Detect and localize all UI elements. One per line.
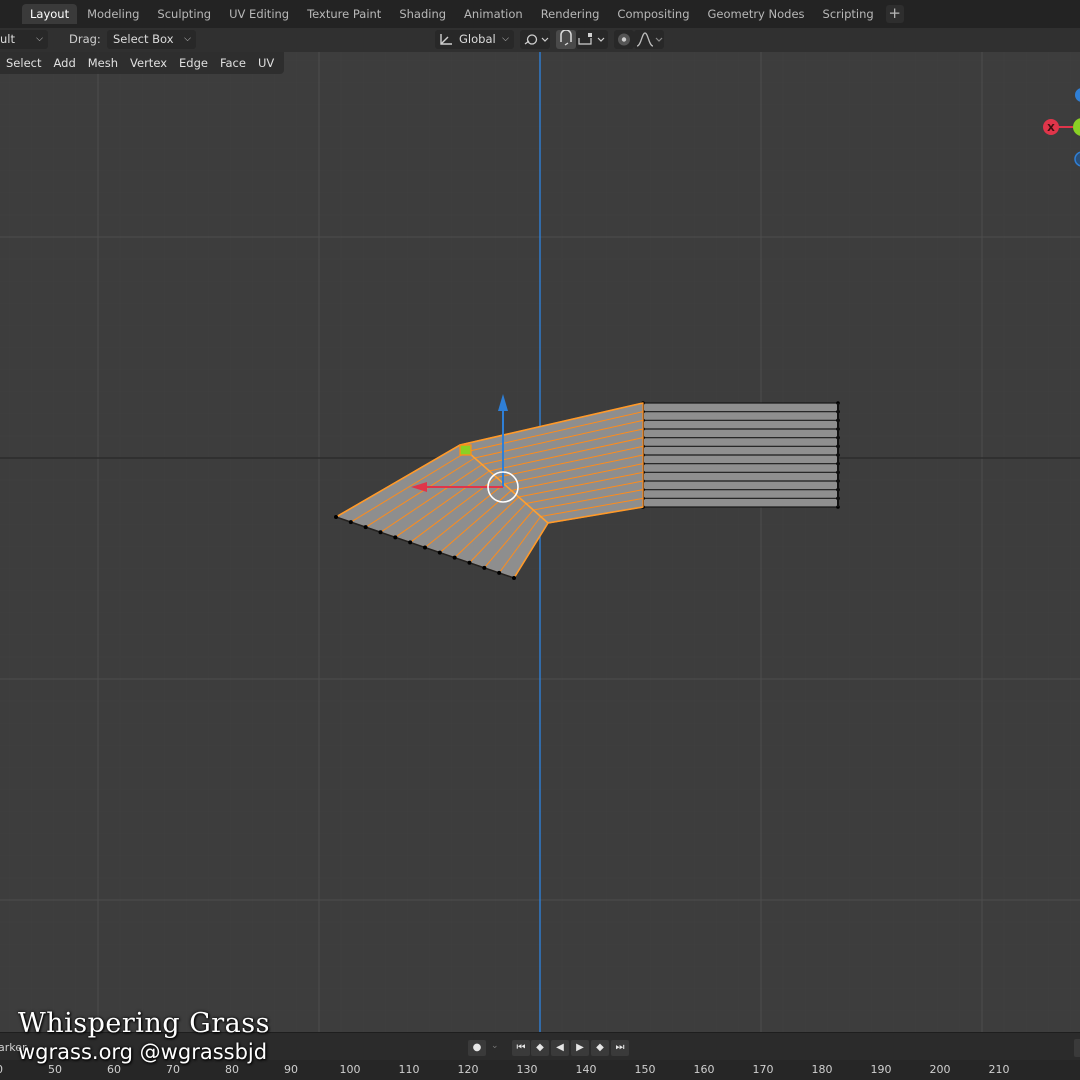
mesh-vertex[interactable]	[363, 525, 368, 530]
chevron-down-icon[interactable]: ⌄	[491, 1041, 499, 1051]
ruler-tick: 110	[398, 1063, 420, 1076]
jump-start-button[interactable]: ⏮	[512, 1040, 530, 1056]
snap-toggle[interactable]	[556, 29, 576, 49]
mode-value: ult	[0, 32, 15, 46]
mesh-vertex[interactable]	[423, 545, 427, 550]
tool-header: ult ⌵ Drag: Select Box ⌵ Global ⌵	[0, 28, 1080, 52]
falloff-dropdown[interactable]	[634, 30, 664, 49]
pivot-point-button[interactable]	[520, 30, 550, 49]
mesh-vertex[interactable]	[482, 565, 487, 570]
record-icon: ●	[472, 1042, 482, 1053]
ruler-tick: 130	[516, 1063, 538, 1076]
mesh-vertex[interactable]	[408, 540, 413, 545]
snap-target-dropdown[interactable]	[576, 30, 608, 49]
jump-start-icon: ⏮	[516, 1042, 526, 1053]
prev-keyframe-icon: ◆	[536, 1042, 544, 1053]
ruler-tick: 140	[575, 1063, 597, 1076]
chevron-down-icon: ⌵	[502, 34, 509, 44]
menu-add[interactable]: Add	[47, 53, 81, 73]
tab-uv-editing[interactable]: UV Editing	[221, 4, 297, 24]
proportional-edit-button[interactable]	[614, 30, 634, 49]
play-reverse-icon: ◀	[556, 1042, 564, 1053]
tab-geometry-nodes[interactable]: Geometry Nodes	[700, 4, 813, 24]
mesh-vertex[interactable]	[393, 535, 398, 540]
play-button[interactable]: ▶	[571, 1040, 589, 1056]
snap-icon	[560, 29, 572, 46]
mesh-vertex[interactable]	[378, 530, 383, 535]
editor-menu-bar: Select Add Mesh Vertex Edge Face UV	[0, 52, 285, 74]
tab-animation[interactable]: Animation	[456, 4, 531, 24]
workspace-tab-bar: Layout Modeling Sculpting UV Editing Texture…	[0, 0, 1080, 28]
proportional-edit-icon	[618, 33, 630, 46]
mode-dropdown[interactable]: ult ⌵	[0, 30, 48, 49]
tab-shading[interactable]: Shading	[391, 4, 454, 24]
ruler-tick: 70	[166, 1063, 180, 1076]
orientation-dropdown[interactable]: Global ⌵	[435, 30, 514, 49]
ruler-tick: 170	[752, 1063, 774, 1076]
drag-label: Drag:	[69, 32, 101, 46]
record-button[interactable]: ●	[468, 1040, 486, 1056]
mesh-vertex[interactable]	[348, 520, 353, 525]
chevron-down-icon: ⌵	[36, 34, 43, 44]
tab-texture-paint[interactable]: Texture Paint	[299, 4, 389, 24]
mesh-vertex[interactable]	[512, 576, 516, 580]
menu-face[interactable]: Face	[214, 53, 252, 73]
ruler-tick: 120	[457, 1063, 479, 1076]
falloff-icon	[636, 32, 663, 47]
tab-modeling[interactable]: Modeling	[79, 4, 147, 24]
mesh-vertex[interactable]	[467, 560, 472, 565]
mesh-vertex[interactable]	[334, 515, 338, 519]
current-frame-field[interactable]	[1074, 1039, 1080, 1057]
chevron-down-icon: ⌵	[184, 34, 191, 44]
prev-keyframe-button[interactable]: ◆	[531, 1040, 549, 1056]
3d-viewport[interactable]: X	[0, 52, 1080, 1032]
mesh-vertex[interactable]	[452, 555, 457, 560]
jump-end-button[interactable]: ⏭	[611, 1040, 629, 1056]
tab-sculpting[interactable]: Sculpting	[149, 4, 219, 24]
pivot-icon	[524, 34, 549, 45]
viewport-canvas[interactable]: X	[0, 52, 1080, 1032]
tab-compositing[interactable]: Compositing	[609, 4, 697, 24]
tab-scripting[interactable]: Scripting	[815, 4, 882, 24]
menu-mesh[interactable]: Mesh	[82, 53, 124, 73]
ruler-tick: 60	[107, 1063, 121, 1076]
ruler-tick: 210	[988, 1063, 1010, 1076]
menu-select[interactable]: Select	[0, 53, 47, 73]
transform-orientation-icon	[440, 34, 452, 45]
next-keyframe-icon: ◆	[596, 1042, 604, 1053]
add-workspace-button[interactable]: +	[885, 5, 904, 23]
active-vertex[interactable]	[459, 444, 472, 456]
ruler-tick: 180	[811, 1063, 833, 1076]
ruler-tick: 190	[870, 1063, 892, 1076]
ruler-tick: 50	[48, 1063, 62, 1076]
mesh-unselected-part	[641, 401, 840, 509]
ruler-tick: 100	[339, 1063, 361, 1076]
drag-dropdown[interactable]: Select Box ⌵	[107, 30, 196, 49]
watermark-title: Whispering Grass	[18, 1008, 270, 1039]
ruler-tick: 160	[693, 1063, 715, 1076]
snap-target-icon	[578, 33, 605, 45]
next-keyframe-button[interactable]: ◆	[591, 1040, 609, 1056]
watermark-handle: wgrass.org @wgrassbjd	[18, 1040, 268, 1064]
tab-layout[interactable]: Layout	[22, 4, 78, 24]
x-axis-label: X	[1047, 123, 1055, 134]
orientation-value: Global	[459, 32, 496, 46]
menu-uv[interactable]: UV	[252, 53, 280, 73]
mesh-vertex[interactable]	[437, 550, 442, 555]
mesh-vertex[interactable]	[497, 570, 502, 575]
workspace-tabs: Layout Modeling Sculpting UV Editing Texture…	[20, 4, 882, 24]
menu-edge[interactable]: Edge	[173, 53, 214, 73]
play-reverse-button[interactable]: ◀	[551, 1040, 569, 1056]
play-icon: ▶	[576, 1042, 584, 1053]
ruler-tick: 90	[284, 1063, 298, 1076]
jump-end-icon: ⏭	[615, 1042, 625, 1053]
drag-value: Select Box	[113, 32, 174, 46]
menu-vertex[interactable]: Vertex	[124, 53, 173, 73]
tab-rendering[interactable]: Rendering	[533, 4, 608, 24]
ruler-tick: 150	[634, 1063, 656, 1076]
ruler-tick: 40	[0, 1063, 3, 1076]
ruler-tick: 200	[929, 1063, 951, 1076]
ruler-tick: 80	[225, 1063, 239, 1076]
